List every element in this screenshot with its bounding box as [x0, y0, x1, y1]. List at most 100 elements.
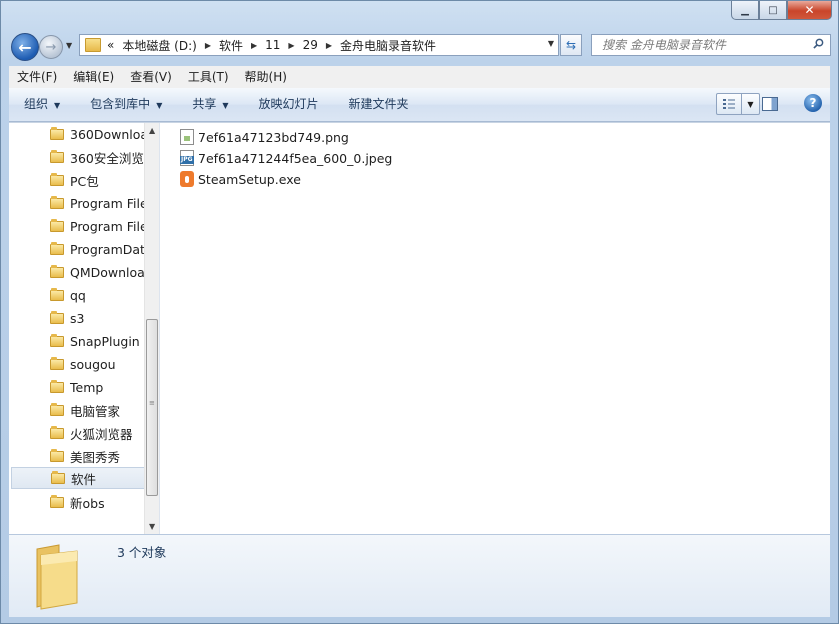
menu-file[interactable]: 文件(F) — [9, 66, 65, 88]
file-item-png[interactable]: 7ef61a47123bd749.png — [180, 127, 349, 147]
tree-item-label: 360Downloa — [70, 126, 145, 142]
explorer-window: ▁ □ ✕ ← → ▼ « 本地磁盘 (D:) ▶ 软件 ▶ 11 ▶ 29 ▶… — [0, 0, 839, 624]
tree-item-temp[interactable]: Temp — [11, 376, 145, 398]
menu-view[interactable]: 查看(V) — [122, 66, 180, 88]
file-item-exe[interactable]: SteamSetup.exe — [180, 169, 301, 189]
breadcrumb-overflow[interactable]: « — [107, 38, 114, 52]
tree-item-qq[interactable]: qq — [11, 284, 145, 306]
tree-item-360download[interactable]: 360Downloa — [11, 123, 145, 145]
address-dropdown-icon[interactable]: ▼ — [548, 39, 554, 48]
back-arrow-icon: ← — [18, 37, 32, 57]
tree-item-label: Program File — [70, 218, 145, 234]
scrollbar-thumb[interactable]: ≡ — [146, 319, 158, 496]
scroll-down-icon[interactable]: ▼ — [149, 522, 155, 531]
preview-pane-icon[interactable] — [762, 97, 778, 111]
tree-item-label: 新obs — [70, 495, 105, 511]
chevron-down-icon: ▼ — [54, 101, 61, 110]
breadcrumb-separator-icon[interactable]: ▶ — [205, 41, 211, 50]
folder-icon — [50, 173, 64, 187]
search-input[interactable] — [600, 37, 804, 53]
back-button[interactable]: ← — [11, 33, 39, 61]
main-content: 360Downloa 360安全浏览 PC包 Program File Prog… — [9, 122, 830, 534]
share-button[interactable]: 共享 ▼ — [177, 88, 243, 121]
tree-item-label: qq — [70, 287, 86, 303]
change-view-button[interactable] — [716, 93, 742, 115]
chevron-down-icon: ▼ — [747, 99, 754, 109]
folder-icon — [50, 403, 64, 417]
search-box[interactable] — [591, 34, 831, 56]
breadcrumb-software[interactable]: 软件 — [219, 37, 243, 54]
tree-item-meitu[interactable]: 美图秀秀 — [11, 445, 145, 467]
navigation-scrollbar[interactable]: ▲ ≡ ▼ — [144, 123, 159, 534]
folder-icon — [50, 357, 64, 371]
new-folder-button[interactable]: 新建文件夹 — [334, 88, 424, 121]
search-icon[interactable] — [813, 38, 824, 49]
item-count: 3 个对象 — [117, 545, 167, 560]
organize-button[interactable]: 组织 ▼ — [9, 88, 75, 121]
file-item-jpeg[interactable]: JPG 7ef61a471244f5ea_600_0.jpeg — [180, 148, 392, 168]
chevron-down-icon: ▼ — [222, 101, 229, 110]
breadcrumb-separator-icon[interactable]: ▶ — [251, 41, 257, 50]
breadcrumb-29[interactable]: 29 — [303, 38, 318, 52]
tree-item-programdata[interactable]: ProgramData — [11, 238, 145, 260]
address-bar[interactable]: « 本地磁盘 (D:) ▶ 软件 ▶ 11 ▶ 29 ▶ 金舟电脑录音软件 ▼ — [79, 34, 559, 56]
file-name: 7ef61a47123bd749.png — [198, 129, 349, 145]
tree-item-label: 电脑管家 — [70, 403, 121, 419]
scroll-up-icon[interactable]: ▲ — [149, 126, 155, 135]
folder-icon — [85, 38, 101, 52]
close-button[interactable]: ✕ — [787, 1, 832, 20]
tree-item-qmdownload[interactable]: QMDownloa — [11, 261, 145, 283]
slideshow-button[interactable]: 放映幻灯片 — [244, 88, 334, 121]
tree-item-sougou[interactable]: sougou — [11, 353, 145, 375]
chevron-down-icon: ▼ — [156, 101, 163, 110]
details-pane: 3 个对象 — [9, 534, 830, 617]
tree-item-label: QMDownloa — [70, 264, 145, 280]
folder-icon — [50, 334, 64, 348]
tree-item-new-obs[interactable]: 新obs — [11, 491, 145, 513]
tree-item-firefox[interactable]: 火狐浏览器 — [11, 422, 145, 444]
caption-buttons: ▁ □ ✕ — [731, 1, 832, 21]
maximize-icon: □ — [768, 4, 778, 16]
menu-help[interactable]: 帮助(H) — [237, 66, 295, 88]
recent-pages-dropdown[interactable]: ▼ — [66, 41, 72, 50]
minimize-button[interactable]: ▁ — [731, 1, 759, 20]
tree-item-label: Temp — [70, 379, 104, 395]
help-icon[interactable]: ? — [804, 94, 822, 112]
tree-item-360browser[interactable]: 360安全浏览 — [11, 146, 145, 168]
breadcrumb-separator-icon[interactable]: ▶ — [288, 41, 294, 50]
folder-icon — [50, 288, 64, 302]
folder-icon — [50, 449, 64, 463]
tree-item-label: s3 — [70, 310, 85, 326]
view-options: ▼ — [716, 93, 760, 115]
maximize-button[interactable]: □ — [759, 1, 787, 20]
close-icon: ✕ — [804, 3, 815, 17]
include-library-label: 包含到库中 — [90, 97, 151, 111]
breadcrumb: « 本地磁盘 (D:) ▶ 软件 ▶ 11 ▶ 29 ▶ 金舟电脑录音软件 — [107, 37, 436, 54]
include-in-library-button[interactable]: 包含到库中 ▼ — [75, 88, 177, 121]
folder-icon — [50, 196, 64, 210]
tree-item-pc-package[interactable]: PC包 — [11, 169, 145, 191]
breadcrumb-drive[interactable]: 本地磁盘 (D:) — [122, 37, 196, 54]
forward-arrow-icon: → — [45, 39, 57, 55]
tree-item-software[interactable]: 软件 — [11, 467, 145, 489]
tree-item-pc-manager[interactable]: 电脑管家 — [11, 399, 145, 421]
tree-item-label: 火狐浏览器 — [70, 426, 133, 442]
breadcrumb-11[interactable]: 11 — [265, 38, 280, 52]
folder-icon — [50, 127, 64, 141]
view-menu-button[interactable]: ▼ — [742, 93, 760, 115]
forward-button[interactable]: → — [39, 35, 63, 59]
breadcrumb-separator-icon[interactable]: ▶ — [326, 41, 332, 50]
folder-icon — [50, 495, 64, 509]
tree-item-snapplugin[interactable]: SnapPlugin — [11, 330, 145, 352]
tree-item-program-files-x86[interactable]: Program File — [11, 215, 145, 237]
grip-icon: ≡ — [149, 399, 155, 407]
refresh-button[interactable]: ⇆ — [560, 34, 582, 56]
menu-tools[interactable]: 工具(T) — [180, 66, 237, 88]
tree-item-label: PC包 — [70, 173, 99, 189]
folder-icon — [50, 150, 64, 164]
refresh-icon: ⇆ — [565, 38, 577, 52]
tree-item-program-files[interactable]: Program File — [11, 192, 145, 214]
menu-edit[interactable]: 编辑(E) — [65, 66, 122, 88]
breadcrumb-current[interactable]: 金舟电脑录音软件 — [340, 37, 436, 54]
tree-item-s3[interactable]: s3 — [11, 307, 145, 329]
